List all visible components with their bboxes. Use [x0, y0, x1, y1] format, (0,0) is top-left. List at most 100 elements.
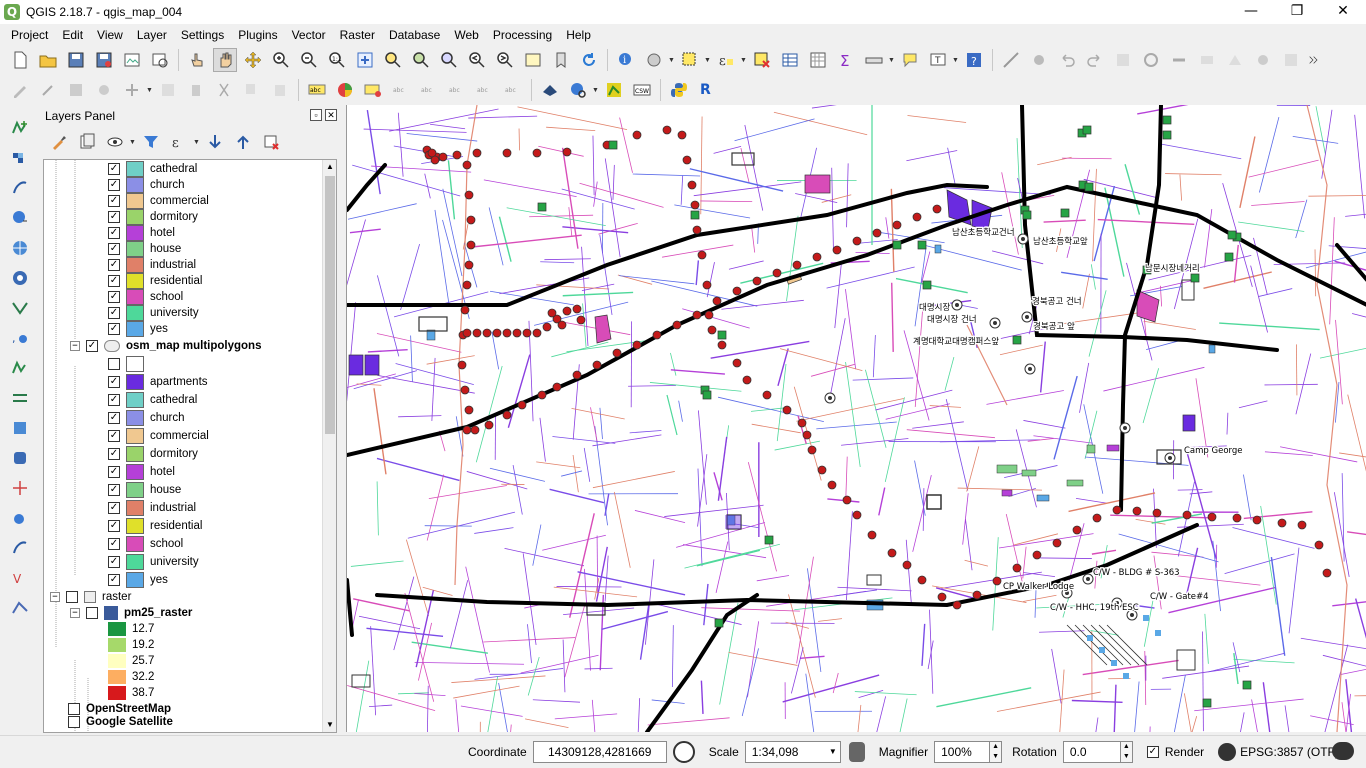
digitize-tool-2-icon[interactable] — [1027, 48, 1051, 72]
pin-labels-icon[interactable] — [361, 78, 385, 102]
scroll-up-arrow[interactable]: ▲ — [323, 160, 336, 174]
filter-legend-icon[interactable] — [139, 130, 163, 154]
menu-raster[interactable]: Raster — [333, 24, 382, 46]
close-panel-button[interactable]: ✕ — [325, 109, 337, 121]
add-mssql-icon[interactable] — [8, 206, 32, 230]
cut-features-icon[interactable] — [212, 78, 236, 102]
select-by-expression-icon[interactable]: ε — [714, 48, 738, 72]
zoom-next-icon[interactable] — [493, 48, 517, 72]
legend-poly-commercial[interactable]: ✓ commercial — [108, 427, 209, 445]
add-db2-icon[interactable] — [8, 416, 32, 440]
legend-checkbox[interactable]: ✓ — [108, 307, 120, 319]
add-raster-layer-icon[interactable] — [8, 146, 32, 170]
scrollbar-thumb[interactable] — [325, 176, 335, 434]
menu-vector[interactable]: Vector — [285, 24, 333, 46]
layer-checkbox[interactable] — [68, 716, 80, 728]
legend-checkbox[interactable]: ✓ — [108, 179, 120, 191]
legend-checkbox[interactable]: ✓ — [108, 556, 120, 568]
statistical-summary-icon[interactable]: Σ — [834, 48, 858, 72]
menu-web[interactable]: Web — [447, 24, 485, 46]
menu-processing[interactable]: Processing — [486, 24, 559, 46]
scale-combobox[interactable]: 1:34,098 ▼ — [744, 741, 841, 763]
new-temporary-layer-icon[interactable] — [8, 596, 32, 620]
legend-checkbox[interactable]: ✓ — [108, 466, 120, 478]
filter-by-expression-icon[interactable]: ε — [167, 130, 191, 154]
legend-checkbox[interactable]: ✓ — [108, 484, 120, 496]
plugin-icon[interactable] — [602, 78, 626, 102]
layer-checkbox[interactable] — [86, 607, 98, 619]
open-project-icon[interactable] — [36, 48, 60, 72]
map-tips-icon[interactable] — [898, 48, 922, 72]
group-checkbox[interactable] — [66, 591, 78, 603]
zoom-to-layer-icon[interactable] — [409, 48, 433, 72]
digitize-tool-1-icon[interactable] — [999, 48, 1023, 72]
zoom-in-icon[interactable] — [269, 48, 293, 72]
legend-checkbox[interactable]: ✓ — [108, 502, 120, 514]
bookmark-icon[interactable] — [549, 48, 573, 72]
legend-checkbox[interactable]: ✓ — [108, 412, 120, 424]
help-icon[interactable]: ? — [962, 48, 986, 72]
render-checkbox[interactable]: ✓ — [1146, 746, 1159, 758]
toggle-editing-icon[interactable] — [36, 78, 60, 102]
label-tool-4-icon[interactable]: abc — [445, 78, 469, 102]
legend-checkbox[interactable]: ✓ — [108, 520, 120, 532]
rotation-spinner[interactable]: ▲ ▼ — [1120, 741, 1133, 763]
pan-to-selection-icon[interactable] — [241, 48, 265, 72]
menu-layer[interactable]: Layer — [130, 24, 174, 46]
menu-project[interactable]: Project — [4, 24, 55, 46]
legend-checkbox[interactable]: ✓ — [108, 227, 120, 239]
save-project-icon[interactable] — [64, 48, 88, 72]
manage-visibility-icon[interactable] — [103, 130, 127, 154]
legend-checkbox[interactable]: ✓ — [108, 259, 120, 271]
new-shapefile-icon[interactable] — [8, 506, 32, 530]
magnifier-field[interactable]: 100% — [934, 741, 991, 763]
legend-checkbox[interactable]: ✓ — [108, 195, 120, 207]
label-toolbar-icon[interactable]: abc — [305, 78, 329, 102]
legend-poly-university[interactable]: ✓ university — [108, 553, 199, 571]
mouse-coordinate-icon[interactable] — [672, 741, 695, 763]
rotation-field[interactable]: 0.0 — [1062, 741, 1121, 763]
zoom-to-selection-icon[interactable] — [381, 48, 405, 72]
add-oracle-icon[interactable] — [8, 386, 32, 410]
field-calculator-icon[interactable] — [806, 48, 830, 72]
zoom-last-icon[interactable] — [465, 48, 489, 72]
new-project-icon[interactable] — [8, 48, 32, 72]
legend-checkbox[interactable]: ✓ — [108, 243, 120, 255]
composer-manager-icon[interactable] — [148, 48, 172, 72]
legend-checkbox[interactable]: ✓ — [108, 538, 120, 550]
touch-zoom-icon[interactable] — [185, 48, 209, 72]
crs-status[interactable]: EPSG:3857 (OTF) — [1240, 745, 1339, 759]
minimize-button[interactable]: — — [1228, 0, 1274, 24]
float-panel-button[interactable]: ▫ — [310, 109, 322, 121]
digitize-tool-3-icon[interactable] — [1111, 48, 1135, 72]
lock-scale-icon[interactable] — [848, 742, 865, 762]
save-edits-icon[interactable] — [64, 78, 88, 102]
add-wms-icon[interactable] — [8, 236, 32, 260]
python-console-icon[interactable] — [667, 78, 691, 102]
toolbar-overflow-icon[interactable] — [1307, 48, 1319, 72]
close-button[interactable]: ✕ — [1320, 0, 1366, 24]
style-layer-icon[interactable] — [47, 130, 71, 154]
pan-map-icon[interactable] — [213, 48, 237, 72]
label-tool-6-icon[interactable]: abc — [501, 78, 525, 102]
legend-poly-blank[interactable] — [108, 355, 150, 373]
label-tool-3-icon[interactable]: abc — [417, 78, 441, 102]
magnifier-spinner[interactable]: ▲ ▼ — [990, 741, 1003, 763]
zoom-actual-size-icon[interactable]: 1:1 — [325, 48, 349, 72]
legend-checkbox[interactable]: ✓ — [108, 323, 120, 335]
collapse-all-icon[interactable] — [231, 130, 255, 154]
digitize-tool-4-icon[interactable] — [1139, 48, 1163, 72]
label-tool-5-icon[interactable]: abc — [473, 78, 497, 102]
digitize-tool-8-icon[interactable] — [1251, 48, 1275, 72]
delete-selected-icon[interactable] — [184, 78, 208, 102]
move-feature-icon[interactable] — [120, 78, 144, 102]
legend-checkbox[interactable]: ✓ — [108, 376, 120, 388]
legend-poly-house[interactable]: ✓ house — [108, 481, 181, 499]
collapse-toggle[interactable]: − — [70, 608, 80, 618]
text-annotation-icon[interactable]: T — [926, 48, 950, 72]
legend-poly-hotel[interactable]: ✓ hotel — [108, 463, 175, 481]
save-as-icon[interactable] — [92, 48, 116, 72]
measure-line-icon[interactable] — [862, 48, 886, 72]
add-delimited-text-icon[interactable]: , — [8, 326, 32, 350]
legend-poly-residential[interactable]: ✓ residential — [108, 517, 202, 535]
